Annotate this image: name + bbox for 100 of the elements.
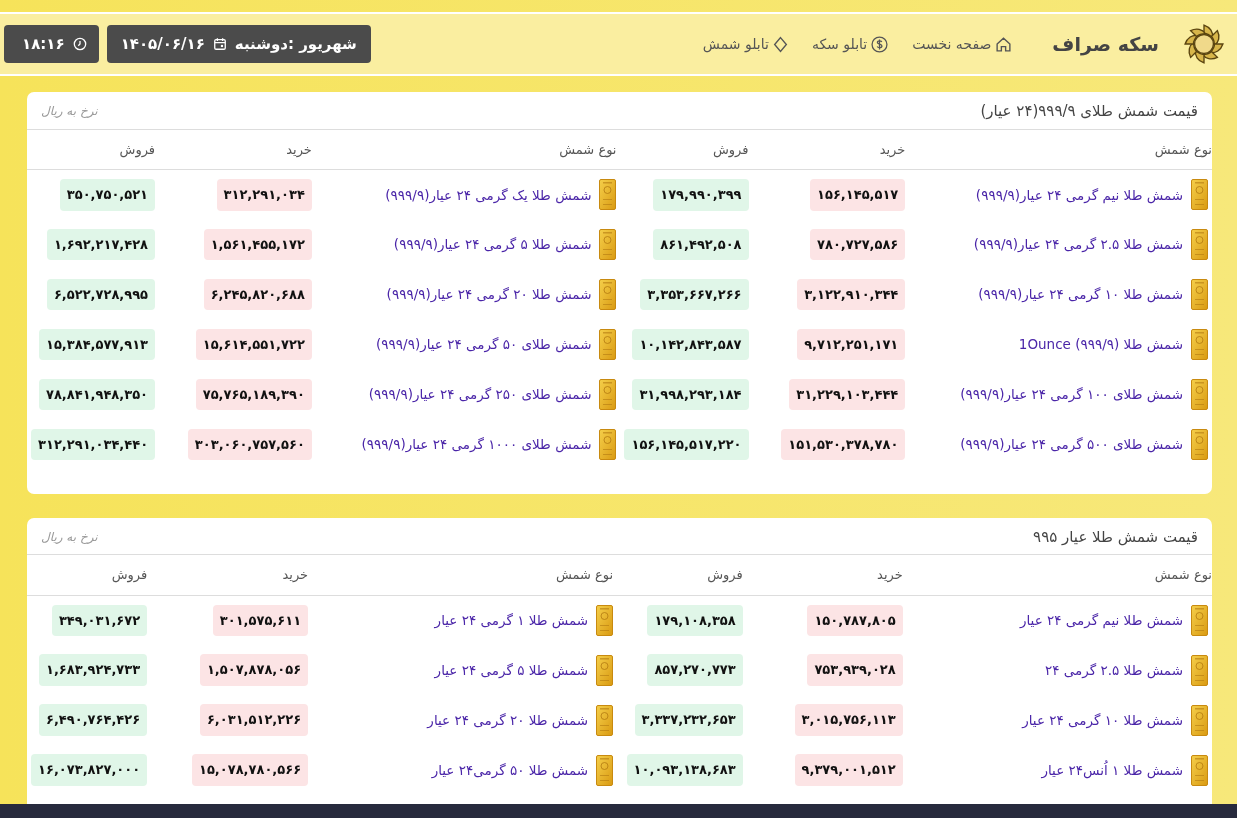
buy-price: ۳۱۲,۲۹۱,۰۳۴: [216, 179, 312, 211]
column-header: خرید: [746, 555, 907, 595]
buy-price: ۹,۷۱۲,۲۵۱,۱۷۱: [797, 328, 906, 361]
bullion-link[interactable]: شمش طلای ۱۰۰۰ گرمی ۲۴ عیار(۹۹۹/۹): [361, 434, 592, 455]
sell-price: ۱۰,۱۴۲,۸۴۳,۵۸۷: [632, 328, 749, 361]
home-icon: [995, 35, 1013, 53]
column-header: نوع شمش: [909, 129, 1212, 170]
sell-price: ۱۶,۰۷۳,۸۲۷,۰۰۰: [31, 754, 148, 786]
bullion-bar-icon: [1191, 229, 1208, 260]
bullion-bar-icon: [1191, 329, 1208, 360]
nav-link[interactable]: صفحه نخست: [912, 33, 1013, 55]
diamond-icon: [772, 35, 788, 53]
bullion-bar-icon: [596, 604, 614, 636]
time-button[interactable]: ۱۸:۱۶: [4, 25, 99, 63]
buy-price: ۳۰۱,۵۷۵,۶۱۱: [212, 604, 309, 636]
sell-price: ۶,۴۹۰,۷۶۴,۴۲۶: [39, 704, 148, 736]
column-header: خرید: [752, 129, 910, 170]
column-header: خرید: [151, 555, 313, 595]
bullion-bar-icon: [1191, 754, 1208, 786]
card-title: قیمت شمش طلا عیار ۹۹۵: [1033, 526, 1198, 548]
bullion-bar-icon: [596, 754, 614, 786]
buy-price: ۷۵,۷۶۵,۱۸۹,۳۹۰: [195, 378, 312, 411]
currency-note: نرخ به ریال: [41, 103, 98, 121]
bullion-bar-icon: [1191, 279, 1208, 310]
sell-price: ۳۱۲,۲۹۱,۰۳۴,۴۴۰: [31, 428, 156, 461]
bullion-link[interactable]: شمش طلا ۵ گرمی ۲۴ عیار: [434, 659, 589, 681]
card-title: قیمت شمش طلای ۹۹۹/۹(۲۴ عیار): [980, 101, 1198, 122]
bullion-link[interactable]: شمش طلا ۱۰ گرمی ۲۴ عیار: [1022, 709, 1183, 731]
bullion-link[interactable]: شمش طلا (۹۹۹/۹) 1Ounce: [1018, 334, 1183, 355]
buy-price: ۱۵۰,۷۸۷,۸۰۵: [807, 604, 903, 636]
sell-price: ۱۷۹,۹۹۰,۳۹۹: [653, 179, 749, 211]
column-header: فروش: [27, 129, 160, 170]
bullion-link[interactable]: شمش طلا ۲۰ گرمی ۲۴ عیار(۹۹۹/۹): [386, 284, 592, 305]
bullion-link[interactable]: شمش طلای ۵۰۰ گرمی ۲۴ عیار(۹۹۹/۹): [960, 434, 1183, 455]
sell-price: ۷۸,۸۴۱,۹۴۸,۳۵۰: [38, 378, 156, 411]
buy-price: ۶,۲۴۵,۸۲۰,۶۸۸: [203, 278, 312, 311]
bullion-link[interactable]: شمش طلا ۵۰ گرمی۲۴ عیار: [431, 759, 589, 781]
bullion-link[interactable]: شمش طلا ۱۰ گرمی ۲۴ عیار(۹۹۹/۹): [978, 284, 1183, 305]
sell-price: ۱۷۹,۱۰۸,۳۵۸: [647, 604, 743, 636]
bullion-bar-icon: [1191, 704, 1208, 736]
bullion-bar-icon: [599, 329, 617, 360]
date-button[interactable]: شهریور :دوشنبه ۱۴۰۵/۰۶/۱۶: [106, 25, 371, 63]
nav-link[interactable]: تابلو سکه: [811, 33, 889, 55]
column-header: نوع شمش: [906, 555, 1212, 595]
bullion-link[interactable]: شمش طلا ۲.۵ گرمی ۲۴ عیار(۹۹۹/۹): [973, 234, 1183, 255]
buy-price: ۹,۳۷۹,۰۰۱,۵۱۲: [794, 754, 903, 786]
currency-note: نرخ به ریال: [41, 528, 98, 546]
bullion-bar-icon: [599, 379, 617, 410]
bullion-bar-icon: [1191, 654, 1208, 686]
bullion-bar-icon: [599, 279, 617, 310]
bullion-link[interactable]: شمش طلا نیم گرمی ۲۴ عیار: [1019, 610, 1183, 631]
buy-price: ۳۰۳,۰۶۰,۷۵۷,۵۶۰: [187, 428, 312, 461]
sell-price: ۸۶۱,۴۹۲,۵۰۸: [653, 228, 749, 261]
bullion-bar-icon: [599, 429, 617, 460]
bullion-bar-icon: [1191, 379, 1208, 410]
sell-price: ۱,۶۹۲,۲۱۷,۴۲۸: [46, 228, 156, 261]
sell-price: ۳,۳۳۷,۲۳۲,۶۵۳: [634, 704, 743, 736]
bullion-link[interactable]: شمش طلای ۱۰۰ گرمی ۲۴ عیار(۹۹۹/۹): [960, 384, 1183, 405]
logo-icon: [1183, 23, 1225, 65]
bullion-link[interactable]: شمش طلای ۵۰ گرمی ۲۴ عیار(۹۹۹/۹): [376, 334, 592, 355]
column-header: نوع شمش: [312, 555, 618, 595]
bullion-link[interactable]: شمش طلا ۵ گرمی ۲۴ عیار(۹۹۹/۹): [393, 234, 592, 255]
sell-price: ۱۵,۳۸۴,۵۷۷,۹۱۳: [38, 328, 156, 361]
bullion-link[interactable]: شمش طلا ۲.۵ گرمی ۲۴: [1045, 659, 1183, 681]
bullion-bar-icon: [1191, 604, 1208, 636]
bullion-link[interactable]: شمش طلا یک گرمی ۲۴ عیار(۹۹۹/۹): [385, 184, 592, 205]
bullion-bar-icon: [1191, 179, 1208, 211]
sell-price: ۳,۳۵۳,۶۶۷,۲۶۶: [640, 278, 749, 311]
sell-price: ۳۴۹,۰۳۱,۶۷۲: [51, 604, 148, 636]
buy-price: ۱۵,۰۷۸,۷۸۰,۵۶۶: [192, 754, 309, 786]
sell-price: ۸۵۷,۲۷۰,۷۷۳: [647, 654, 743, 686]
nav-link[interactable]: تابلو شمش: [702, 33, 788, 55]
sell-price: ۱۰,۰۹۳,۱۳۸,۶۸۳: [626, 754, 743, 786]
buy-price: ۱۵,۶۱۴,۵۵۱,۷۲۲: [195, 328, 312, 361]
bullion-link[interactable]: شمش طلا ۱ اُنس۲۴ عیار: [1041, 759, 1183, 781]
buy-price: ۱,۵۰۷,۸۷۸,۰۵۶: [199, 654, 309, 686]
sell-price: ۶,۵۲۲,۷۲۸,۹۹۵: [46, 278, 156, 311]
bullion-bar-icon: [599, 179, 617, 211]
buy-price: ۱,۵۶۱,۴۵۵,۱۷۲: [203, 228, 312, 261]
bullion-bar-icon: [599, 229, 617, 260]
bullion-link[interactable]: شمش طلا نیم گرمی ۲۴ عیار(۹۹۹/۹): [975, 184, 1183, 205]
buy-price: ۷۸۰,۷۲۷,۵۸۶: [810, 228, 906, 261]
buy-price: ۱۵۶,۱۴۵,۵۱۷: [810, 179, 906, 211]
brand-name[interactable]: سکه صراف: [1052, 29, 1159, 59]
calendar-icon: [212, 37, 227, 51]
sell-price: ۳۵۰,۷۵۰,۵۲۱: [59, 179, 156, 211]
bullion-bar-icon: [1191, 429, 1208, 460]
buy-price: ۳۱,۲۲۹,۱۰۳,۴۴۴: [789, 378, 906, 411]
buy-price: ۳,۰۱۵,۷۵۶,۱۱۳: [794, 704, 903, 736]
bullion-link[interactable]: شمش طلای ۲۵۰ گرمی ۲۴ عیار(۹۹۹/۹): [368, 384, 592, 405]
bullion-link[interactable]: شمش طلا ۱ گرمی ۲۴ عیار: [434, 610, 589, 631]
bullion-link[interactable]: شمش طلا ۲۰ گرمی ۲۴ عیار: [427, 709, 589, 731]
buy-price: ۶,۰۳۱,۵۱۲,۲۲۶: [199, 704, 309, 736]
column-header: فروش: [27, 555, 152, 595]
buy-price: ۱۵۱,۵۳۰,۳۷۸,۷۸۰: [781, 428, 906, 461]
clock-icon: [72, 37, 87, 51]
column-header: نوع شمش: [315, 129, 621, 170]
dollar-icon: [871, 35, 889, 53]
bullion-bar-icon: [596, 654, 614, 686]
buy-price: ۳,۱۲۲,۹۱۰,۳۴۴: [797, 278, 906, 311]
